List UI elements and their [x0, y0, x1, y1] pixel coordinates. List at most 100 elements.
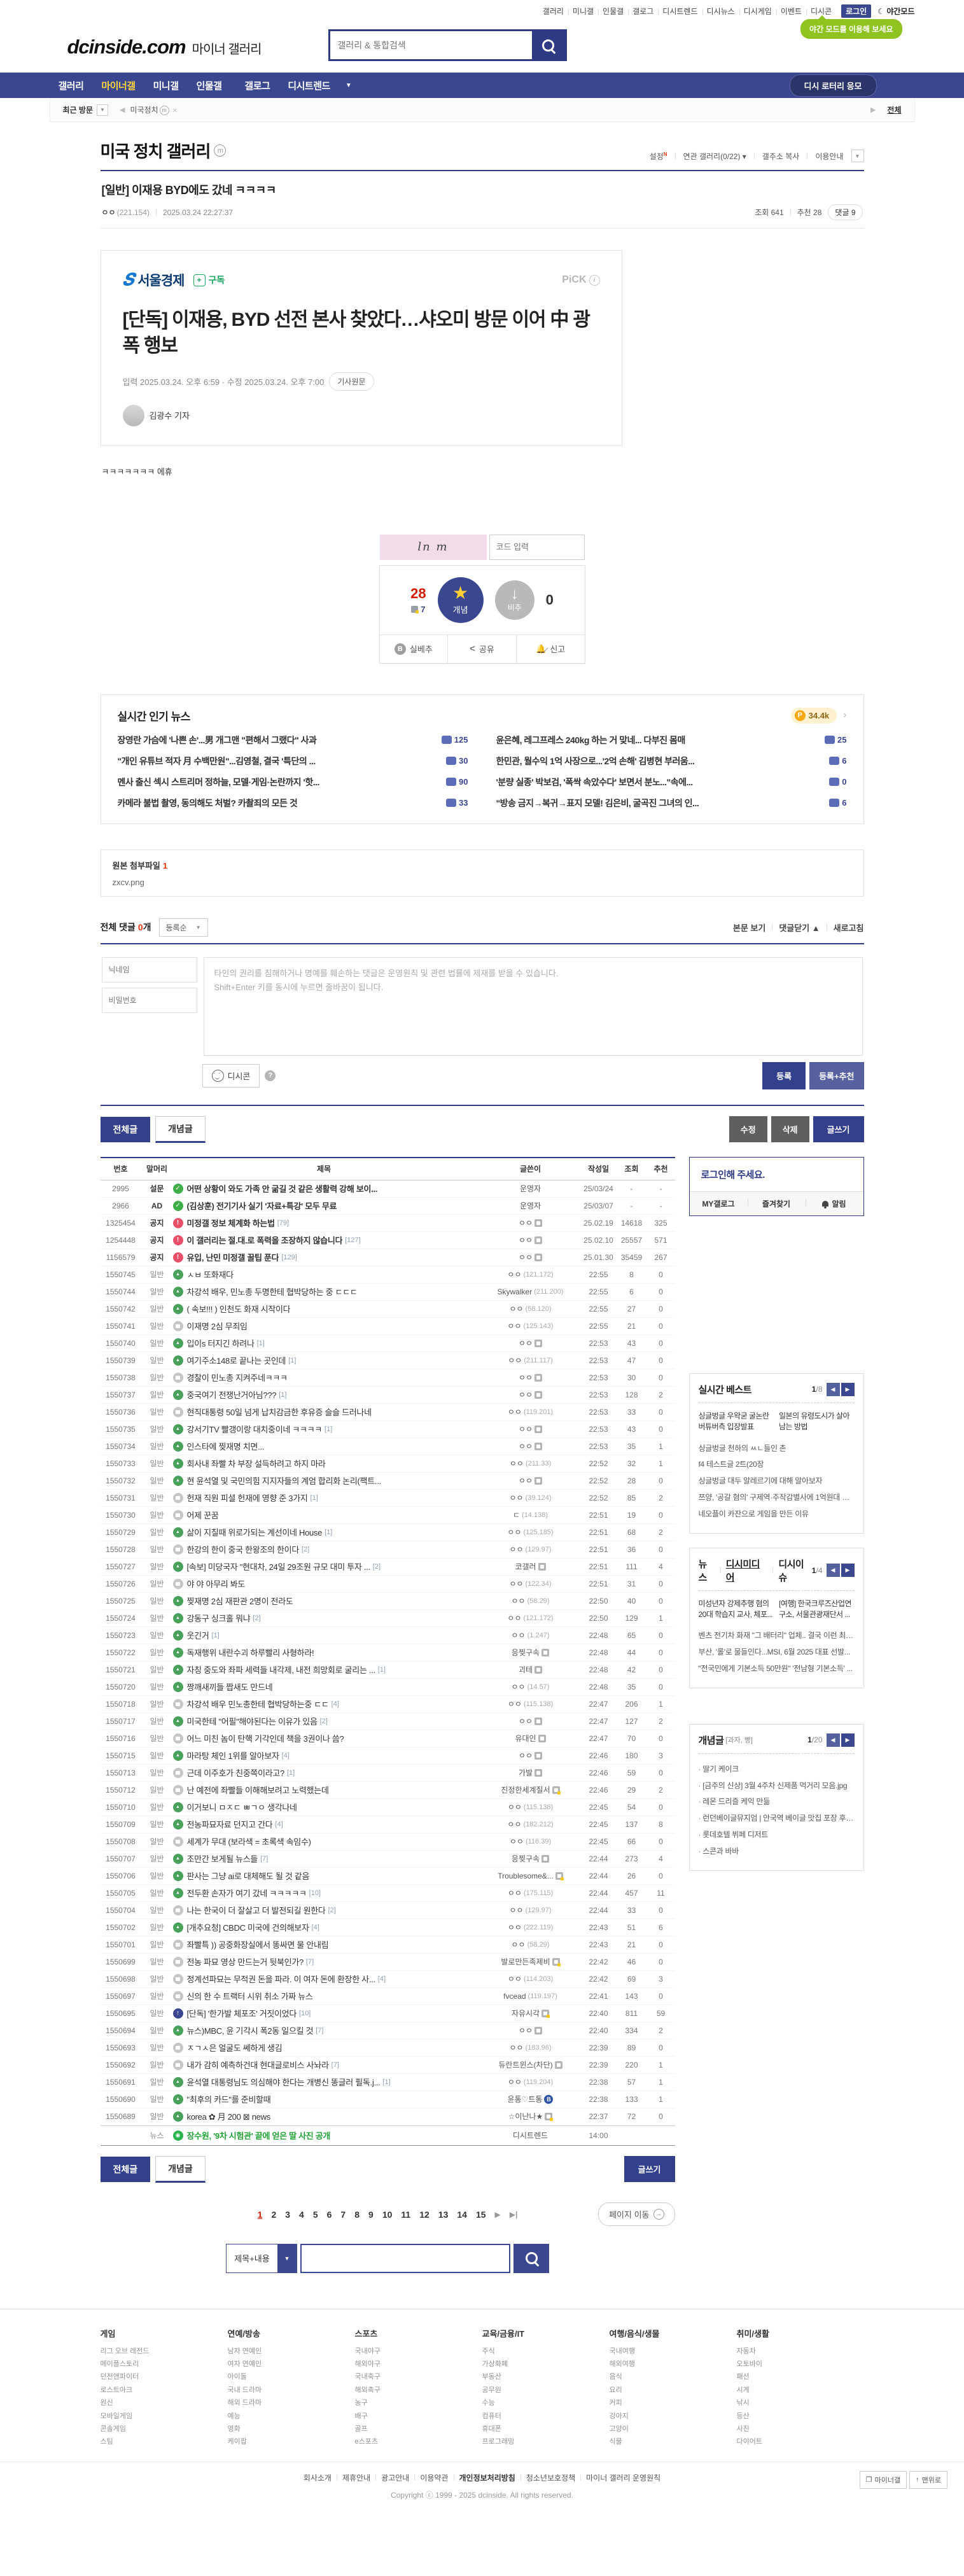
- post-title-link[interactable]: 중국여기 전쟁난거아님???: [187, 1389, 277, 1401]
- topbar-link[interactable]: 갤러리: [538, 7, 568, 16]
- post-author[interactable]: 응찢구속: [480, 1647, 581, 1658]
- post-title-link[interactable]: [개추요청] CBDC 미국에 건의해보자: [187, 1921, 309, 1933]
- post-author[interactable]: 발로만든족제비: [480, 1956, 581, 1967]
- post-title-link[interactable]: 좌빨특 )) 공중화장실에서 똥싸면 물 안내림: [187, 1938, 329, 1950]
- page-number[interactable]: 10: [382, 2209, 393, 2220]
- post-title-link[interactable]: 신의 한 수 트랙터 시위 취소 가짜 뉴스: [187, 1990, 313, 2002]
- comment-password-input[interactable]: [101, 987, 197, 1013]
- post-title-link[interactable]: 삶이 지칠때 위로가되는 계선이네 House: [187, 1526, 323, 1538]
- post-author[interactable]: ㅇㅇ (129.97): [480, 1544, 581, 1555]
- footer-gallery-link[interactable]: 자동차: [737, 2345, 864, 2358]
- press-logo[interactable]: 𝑺 서울경제: [123, 270, 185, 290]
- concept-list-item[interactable]: 레몬 드리즐 케익 만듦: [699, 1794, 855, 1810]
- page-number[interactable]: 14: [457, 2209, 467, 2220]
- footer-gallery-link[interactable]: 요리: [610, 2384, 737, 2397]
- post-author[interactable]: ㅇㅇ (121.172): [480, 1269, 581, 1280]
- nav-item-1[interactable]: 마이너갤: [92, 81, 144, 92]
- post-title-link[interactable]: [단독] '한가발 체포조' 거짓이었다: [187, 2007, 297, 2019]
- hot-news-item[interactable]: 카메라 불법 촬영, 동의해도 처벌? 카촬죄의 모든 것 33: [118, 797, 468, 809]
- post-author[interactable]: ㅇㅇ (182.212): [480, 1819, 581, 1830]
- footer-gallery-link[interactable]: 해외 드라마: [228, 2397, 355, 2409]
- footer-gallery-link[interactable]: 주식: [482, 2345, 610, 2358]
- post-author[interactable]: ㅇㅇ: [480, 1235, 581, 1245]
- post-comments-button[interactable]: 댓글 9: [828, 204, 863, 220]
- dccon-button[interactable]: 디시콘: [202, 1063, 260, 1088]
- footer-gallery-link[interactable]: 케이팝: [228, 2435, 355, 2448]
- page-number[interactable]: 15: [476, 2209, 486, 2220]
- page-number[interactable]: 9: [368, 2209, 374, 2220]
- footer-gallery-link[interactable]: 음식: [610, 2370, 737, 2383]
- lottery-button[interactable]: 디시 로터리 응모: [789, 74, 877, 97]
- post-title-link[interactable]: 전두환 손자가 여기 갔네 ㅋㅋㅋㅋㅋ: [187, 1887, 307, 1899]
- tab-concept-posts-bottom[interactable]: 개념글: [155, 2155, 206, 2183]
- footer-gallery-link[interactable]: 영화: [228, 2423, 355, 2435]
- post-title-link[interactable]: 강서기TV 빨갱이랑 대치중이네 ㅋㅋㅋㅋ: [187, 1423, 323, 1435]
- nav-expand-icon[interactable]: ▼: [339, 82, 358, 89]
- hot-news-item[interactable]: 멘사 출신 섹시 스트리머 정하늘, 모델·게임·논란까지 '핫... 90: [118, 776, 468, 788]
- post-author[interactable]: ㅇㅇ: [480, 1424, 581, 1434]
- post-title-link[interactable]: ㅈㄱㅅ은 얼굴도 쎄하게 생김: [187, 2041, 283, 2054]
- notification-link[interactable]: 알림: [805, 1192, 863, 1215]
- post-author[interactable]: ㅇㅇ (119.201): [480, 1406, 581, 1417]
- post-author[interactable]: ㅇㅇ (115.138): [480, 1802, 581, 1812]
- recent-visit-dropdown[interactable]: ▼: [97, 104, 108, 116]
- post-title-link[interactable]: 뉴스)MBC, 윤 기각시 폭2동 일으킬 것: [187, 2024, 314, 2036]
- post-title-link[interactable]: 어떤 상황이 와도 가족 안 굶길 것 같은 생활력 강해 보이...: [187, 1182, 378, 1194]
- post-author[interactable]: 디시트렌드: [480, 2130, 581, 2141]
- page-number[interactable]: 6: [327, 2209, 332, 2220]
- post-author[interactable]: ㅇㅇ (115.138): [480, 1698, 581, 1709]
- tab-dcmedia[interactable]: 디시미디어: [726, 1557, 768, 1584]
- post-title-link[interactable]: ( 속보!!! ) 인천도 화재 시작이다: [187, 1303, 291, 1315]
- post-title-link[interactable]: 웃긴거: [187, 1629, 209, 1641]
- footer-gallery-link[interactable]: 메이플스토리: [101, 2358, 228, 2370]
- recommend-button[interactable]: ★ 개념: [437, 577, 484, 623]
- best-next-button[interactable]: ▶: [841, 1382, 855, 1396]
- post-author[interactable]: ㅇㅇ (125.143): [480, 1320, 581, 1331]
- footer-gallery-link[interactable]: 커피: [610, 2397, 737, 2409]
- post-author[interactable]: ㅇㅇ (119.204): [480, 2076, 581, 2087]
- footer-gallery-link[interactable]: 오토바이: [737, 2358, 864, 2370]
- view-post-link[interactable]: 본문 보기: [733, 921, 765, 934]
- hot-news-item[interactable]: 장영란 가슴에 '나쁜 손'...男 개그맨 "편해서 그랬다" 사과 125: [118, 734, 468, 746]
- post-author[interactable]: ㅇㅇ (211.117): [480, 1355, 581, 1366]
- topbar-link[interactable]: 디시트렌드: [658, 7, 702, 16]
- post-author[interactable]: ㅇㅇ (39.124): [480, 1492, 581, 1503]
- gallery-header-link[interactable]: 설정N: [647, 151, 670, 162]
- silbechu-button[interactable]: B 실베추: [380, 635, 448, 663]
- page-number[interactable]: 5: [313, 2209, 318, 2220]
- news-thumb-2[interactable]: [여행] 한국크루즈산업연구소, 서울관광재단서 ...: [779, 1599, 855, 1621]
- search-scope-dropdown[interactable]: 제목+내용 ▼: [226, 2243, 297, 2273]
- post-title-link[interactable]: 여기주소148로 끝나는 곳인데: [187, 1354, 286, 1366]
- footer-gallery-link[interactable]: 사진: [737, 2423, 864, 2435]
- page-number[interactable]: 2: [271, 2209, 276, 2220]
- footer-link[interactable]: 광고안내: [381, 2472, 409, 2483]
- post-author[interactable]: ☆이난나★: [480, 2111, 581, 2122]
- post-author[interactable]: ㅇㅇ: [480, 1716, 581, 1726]
- board-search-input[interactable]: [300, 2243, 510, 2273]
- write-button-bottom[interactable]: 글쓰기: [624, 2156, 675, 2183]
- post-title-link[interactable]: 마라탕 체인 1위를 알아보자: [187, 1749, 279, 1761]
- post-author[interactable]: ㅇㅇ (14.57): [480, 1681, 581, 1692]
- post-author[interactable]: 운영자: [480, 1200, 581, 1211]
- post-author[interactable]: ㅇㅇ (58.29): [480, 1595, 581, 1606]
- post-author[interactable]: ㅇㅇ (183.96): [480, 2042, 581, 2053]
- topbar-link[interactable]: 인물갤: [598, 7, 628, 16]
- post-author[interactable]: ㅇㅇ (114.203): [480, 1973, 581, 1984]
- post-author[interactable]: ㅇㅇ: [480, 2025, 581, 2036]
- info-icon[interactable]: i: [589, 274, 600, 286]
- page-number[interactable]: 7: [340, 2209, 346, 2220]
- footer-gallery-link[interactable]: e스포츠: [355, 2435, 482, 2448]
- my-gallog-link[interactable]: MY갤로그: [690, 1192, 748, 1215]
- board-search-button[interactable]: [513, 2243, 549, 2273]
- post-title-link[interactable]: 어제 꾼꿈: [187, 1509, 219, 1521]
- post-author[interactable]: 가발: [480, 1767, 581, 1778]
- post-author[interactable]: ㅇㅇ (121.172): [480, 1613, 581, 1623]
- footer-gallery-link[interactable]: 리그 오브 레전드: [101, 2345, 228, 2358]
- post-title-link[interactable]: ㅅㅂ 또화재다: [187, 1268, 234, 1280]
- hot-news-more-icon[interactable]: ›: [843, 710, 846, 721]
- concept-list-item[interactable]: 롯데호텔 뷔페 디저트: [699, 1827, 855, 1844]
- footer-gallery-link[interactable]: 여자 연예인: [228, 2358, 355, 2370]
- footer-link[interactable]: 개인정보처리방침: [459, 2472, 515, 2483]
- hot-news-item[interactable]: "개인 유튜브 적자 月 수백만원"...김영철, 결국 '특단의 ... 30: [118, 755, 468, 767]
- post-title-link[interactable]: (김상훈) 전기기사 실기 '자료+특강' 모두 무료: [187, 1200, 337, 1212]
